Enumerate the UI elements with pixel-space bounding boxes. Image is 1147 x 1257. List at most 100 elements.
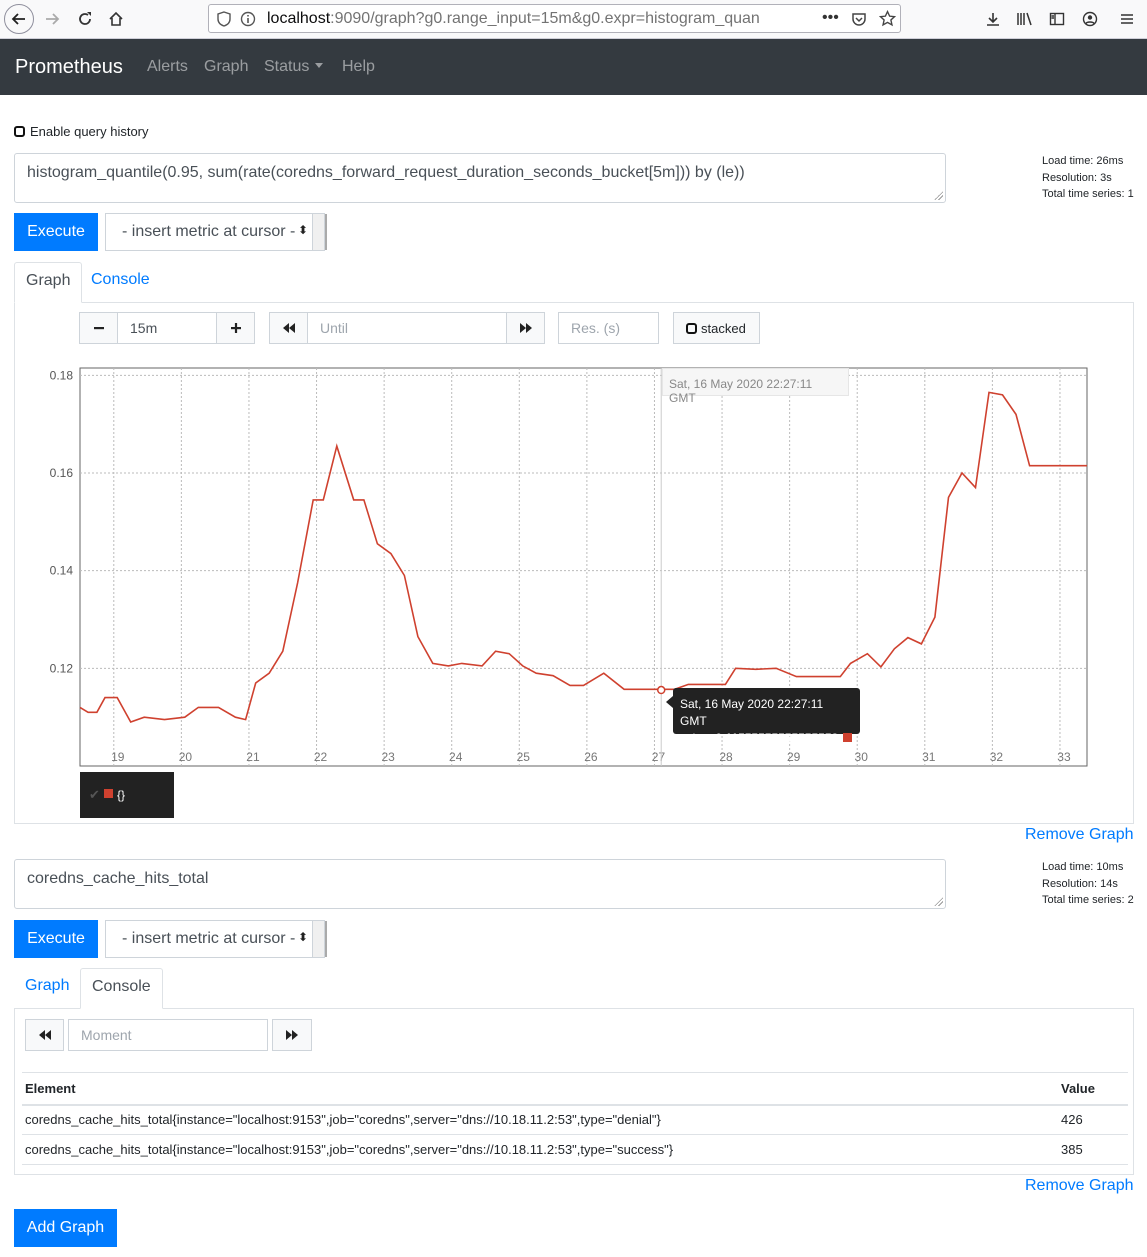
x-tick-label: 23 — [381, 750, 395, 764]
resolution-input[interactable]: Res. (s) — [558, 312, 659, 344]
tab-console[interactable]: Console — [80, 262, 161, 303]
reload-icon[interactable] — [70, 4, 100, 34]
account-icon[interactable] — [1080, 9, 1100, 29]
tab-graph[interactable]: Graph — [14, 968, 80, 1009]
panel-tabs: Graph Console — [14, 968, 1134, 1009]
y-tick-label: 0.16 — [50, 466, 74, 480]
plot-area — [79, 367, 1088, 767]
brand-logo[interactable]: Prometheus — [15, 56, 123, 79]
select-arrows-icon — [312, 214, 327, 250]
y-tick-label: 0.12 — [50, 661, 74, 675]
total-series: Total time series: 2 — [1042, 894, 1134, 906]
pocket-icon[interactable] — [851, 11, 867, 32]
range-input[interactable]: 15m — [117, 312, 217, 344]
x-tick-label: 19 — [111, 750, 125, 764]
moment-back-button[interactable] — [25, 1019, 64, 1051]
execute-button[interactable]: Execute — [14, 920, 98, 958]
x-tick-label: 22 — [314, 750, 328, 764]
stacked-toggle[interactable]: stacked — [673, 312, 760, 344]
home-icon[interactable] — [101, 4, 131, 34]
nav-status[interactable]: Status — [264, 58, 324, 76]
query-stats: Load time: 10ms Resolution: 14s Total ti… — [1042, 859, 1134, 909]
moment-input[interactable]: Moment — [68, 1019, 268, 1051]
browser-toolbar: localhost:9090/graph?g0.range_input=15m&… — [0, 0, 1147, 39]
back-icon[interactable] — [4, 4, 34, 34]
metric-select[interactable]: - insert metric at cursor - ⬍ — [105, 213, 327, 251]
page-actions-icon[interactable]: ••• — [822, 9, 839, 27]
x-tick-label: 27 — [652, 750, 666, 764]
resize-grip-icon[interactable] — [934, 897, 943, 906]
time-back-button[interactable] — [269, 312, 308, 344]
x-tick-label: 30 — [855, 750, 869, 764]
until-input[interactable]: Until — [307, 312, 507, 344]
add-graph-button[interactable]: Add Graph — [14, 1209, 117, 1247]
x-tick-label: 32 — [990, 750, 1004, 764]
x-tick-label: 20 — [179, 750, 193, 764]
tooltip-value: 0.11555555555555558 — [715, 731, 839, 745]
table-header-row: Element Value — [22, 1072, 1128, 1106]
nav-alerts[interactable]: Alerts — [147, 58, 188, 76]
remove-graph-button[interactable]: Remove Graph — [1025, 1177, 1134, 1195]
legend[interactable]: ✔ {} — [80, 772, 174, 818]
graph-chart[interactable]: 0.12 0.14 0.16 0.18 19 20 21 22 23 24 25 26 27 28 29 3… — [0, 360, 1147, 780]
metric-select-value: - insert metric at cursor - — [122, 223, 296, 240]
resize-grip-icon[interactable] — [934, 191, 943, 200]
x-tick-label: 28 — [719, 750, 733, 764]
remove-graph-button[interactable]: Remove Graph — [1025, 826, 1134, 844]
column-header-value: Value — [1058, 1072, 1128, 1106]
execute-button[interactable]: Execute — [14, 213, 98, 251]
load-time: Load time: 10ms — [1042, 861, 1124, 873]
site-info-icon[interactable] — [240, 11, 256, 32]
hover-time-label: Sat, 16 May 2020 22:27:11 GMT — [662, 368, 849, 405]
updown-icon: ⬍ — [297, 223, 308, 237]
hover-point — [656, 685, 666, 695]
x-tick-label: 21 — [246, 750, 260, 764]
x-tick-label: 29 — [787, 750, 801, 764]
menu-icon[interactable] — [1117, 9, 1137, 29]
range-plus-button[interactable] — [216, 312, 255, 344]
table-row: coredns_cache_hits_total{instance="local… — [22, 1134, 1128, 1165]
tab-console[interactable]: Console — [80, 968, 163, 1009]
tab-graph[interactable]: Graph — [14, 262, 83, 303]
range-minus-button[interactable] — [79, 312, 118, 344]
total-series: Total time series: 1 — [1042, 188, 1134, 200]
expression-input[interactable]: coredns_cache_hits_total — [14, 859, 946, 909]
metric-select-value: - insert metric at cursor - — [122, 930, 296, 947]
x-tick-label: 31 — [922, 750, 936, 764]
updown-icon: ⬍ — [297, 930, 308, 944]
resolution: Resolution: 14s — [1042, 877, 1118, 890]
resolution: Resolution: 3s — [1042, 171, 1112, 184]
url-bar[interactable]: localhost:9090/graph?g0.range_input=15m&… — [208, 4, 901, 33]
load-time: Load time: 26ms — [1042, 155, 1124, 167]
x-tick-label: 24 — [449, 750, 463, 764]
nav-help[interactable]: Help — [342, 58, 375, 76]
downloads-icon[interactable] — [983, 9, 1003, 29]
tooltip-value-row: value: 0.11555555555555558 — [680, 730, 853, 747]
panel-tabs: Graph Console — [14, 262, 1134, 303]
nav-graph[interactable]: Graph — [204, 58, 248, 76]
select-arrows-icon — [312, 921, 327, 957]
table-row: coredns_cache_hits_total{instance="local… — [22, 1104, 1128, 1135]
query-history-toggle[interactable]: Enable query history — [14, 124, 149, 139]
query-stats: Load time: 26ms Resolution: 3s Total tim… — [1042, 153, 1134, 203]
moment-forward-button[interactable] — [272, 1019, 312, 1051]
legend-series-label[interactable]: {} — [117, 788, 125, 802]
x-tick-label: 25 — [517, 750, 531, 764]
stacked-checkbox[interactable] — [686, 322, 697, 334]
navbar: Prometheus Alerts Graph Status Help — [0, 39, 1147, 95]
forward-icon[interactable] — [37, 4, 67, 34]
url-text[interactable]: localhost:9090/graph?g0.range_input=15m&… — [267, 10, 815, 28]
expression-text: coredns_cache_hits_total — [27, 870, 209, 887]
metric-select[interactable]: - insert metric at cursor - ⬍ — [105, 920, 327, 958]
query-history-checkbox[interactable] — [14, 126, 25, 137]
tracking-shield-icon[interactable] — [217, 11, 231, 32]
sidebar-icon[interactable] — [1047, 9, 1067, 29]
bookmark-star-icon[interactable] — [878, 9, 897, 32]
row-element: coredns_cache_hits_total{instance="local… — [22, 1104, 1058, 1135]
time-forward-button[interactable] — [506, 312, 545, 344]
expression-input[interactable]: histogram_quantile(0.95, sum(rate(coredn… — [14, 153, 946, 203]
column-header-element: Element — [22, 1072, 1058, 1106]
legend-swatch — [104, 789, 113, 798]
legend-check-icon[interactable]: ✔ — [89, 787, 100, 803]
library-icon[interactable] — [1015, 9, 1035, 29]
